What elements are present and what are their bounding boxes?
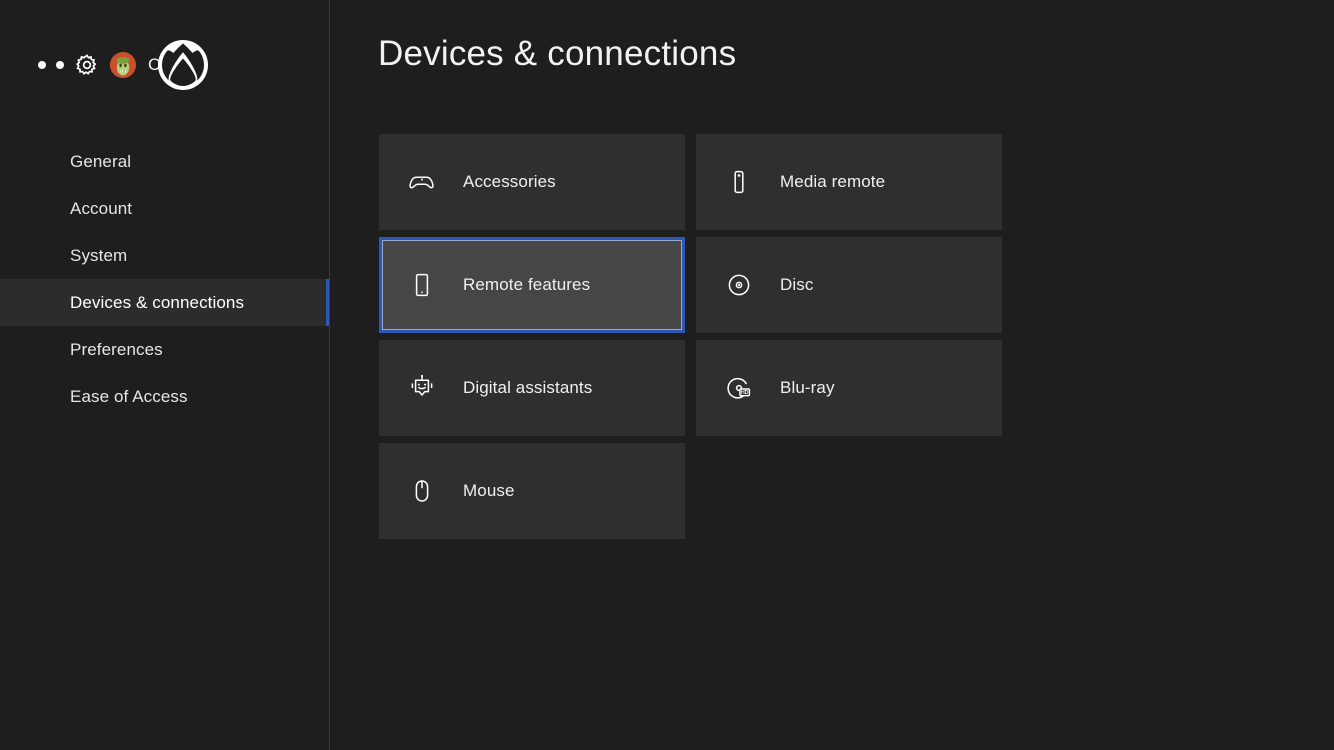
tile-label: Remote features (463, 275, 591, 294)
tile-disc[interactable]: Disc (696, 237, 1002, 333)
page-title: Devices & connections (378, 34, 737, 73)
media-remote-icon (724, 167, 754, 197)
tile-label: Disc (780, 275, 814, 294)
sidebar-item-ease-of-access[interactable]: Ease of Access (0, 373, 330, 420)
tile-row: Mouse (379, 443, 1003, 539)
tile-empty-slot (696, 443, 1002, 539)
sidebar-item-label: Account (70, 198, 133, 218)
mouse-icon (407, 476, 437, 506)
tile-row: Accessories Media remote (379, 134, 1003, 230)
tile-row: Digital assistants HD Blu-ray (379, 340, 1003, 436)
sidebar-item-label: Ease of Access (70, 386, 188, 406)
sidebar-nav: General Account System Devices & connect… (0, 138, 330, 420)
tile-media-remote[interactable]: Media remote (696, 134, 1002, 230)
tile-label: Digital assistants (463, 378, 593, 397)
sidebar-item-label: Devices & connections (70, 292, 245, 312)
account-bar: Co 26 (38, 48, 194, 82)
tile-label: Mouse (463, 481, 515, 500)
sidebar-item-preferences[interactable]: Preferences (0, 326, 330, 373)
sidebar-item-label: Preferences (70, 339, 163, 359)
gear-icon[interactable] (74, 52, 100, 78)
tile-digital-assistants[interactable]: Digital assistants (379, 340, 685, 436)
sidebar-item-devices-and-connections[interactable]: Devices & connections (0, 279, 330, 326)
sidebar-item-label: System (70, 245, 128, 265)
nav-dot-1 (38, 61, 46, 69)
svg-text:HD: HD (741, 390, 749, 396)
tile-label: Media remote (780, 172, 886, 191)
sidebar-item-system[interactable]: System (0, 232, 330, 279)
nav-dot-2 (56, 61, 64, 69)
gamertag: Co 26 (148, 55, 195, 74)
remote-features-icon (407, 270, 437, 300)
sidebar: Co 26 General Account System Devices & c… (0, 0, 330, 750)
xbox-settings-screen: Co 26 General Account System Devices & c… (0, 0, 1334, 750)
main-content: Devices & connections Accessories Media … (330, 0, 1334, 750)
tile-label: Blu-ray (780, 378, 835, 397)
disc-icon (724, 270, 754, 300)
tile-grid: Accessories Media remote Remote features… (379, 134, 1003, 546)
tile-mouse[interactable]: Mouse (379, 443, 685, 539)
tile-accessories[interactable]: Accessories (379, 134, 685, 230)
sidebar-item-general[interactable]: General (0, 138, 330, 185)
sidebar-item-label: General (70, 151, 132, 171)
robot-icon (407, 373, 437, 403)
tile-remote-features[interactable]: Remote features (379, 237, 685, 333)
sidebar-item-account[interactable]: Account (0, 185, 330, 232)
avatar[interactable] (110, 52, 136, 78)
bluray-icon: HD (724, 373, 754, 403)
tile-blu-ray[interactable]: HD Blu-ray (696, 340, 1002, 436)
gamepad-icon (407, 167, 437, 197)
tile-label: Accessories (463, 172, 556, 191)
tile-row: Remote features Disc (379, 237, 1003, 333)
